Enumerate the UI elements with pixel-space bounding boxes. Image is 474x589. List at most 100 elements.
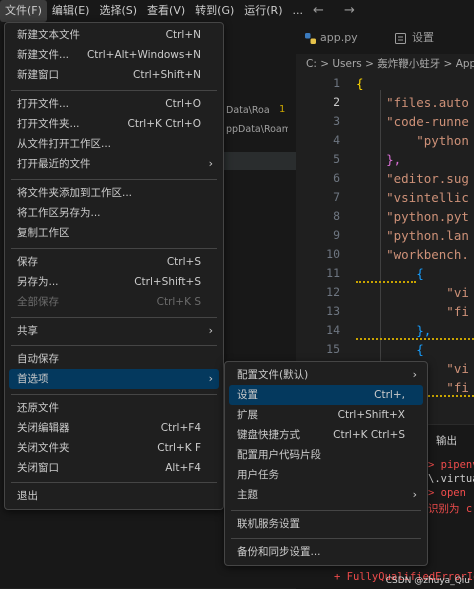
menu-separator: [11, 90, 217, 91]
menu-item-new-file[interactable]: 新建文件... Ctrl+Alt+Windows+N: [9, 45, 219, 65]
menu-item-save-workspace-as[interactable]: 将工作区另存为...: [9, 203, 219, 223]
tab-settings[interactable]: 设置: [412, 22, 434, 54]
menu-item-add-folder-to-workspace[interactable]: 将文件夹添加到工作区...: [9, 183, 219, 203]
menu-item-exit[interactable]: 退出: [9, 486, 219, 506]
code-line: "vsintellic: [356, 190, 469, 205]
menu-item-backup-sync-settings[interactable]: 备份和同步设置...: [229, 542, 423, 562]
menu-separator: [11, 345, 217, 346]
python-file-icon: [305, 33, 316, 44]
line-number: 3: [333, 114, 340, 128]
terminal-line: 识别为 c: [428, 503, 473, 515]
menu-item-close-window[interactable]: 关闭窗口 Alt+F4: [9, 458, 219, 478]
line-number: 2: [333, 95, 340, 109]
forward-arrow-icon[interactable]: →: [344, 0, 355, 22]
menu-separator: [11, 482, 217, 483]
sidebar-selected-row[interactable]: [223, 152, 296, 170]
watermark: CSDN @zhuya_Qiu: [385, 576, 470, 586]
code-line: "code-runne: [356, 114, 469, 129]
menu-selection[interactable]: 选择(S): [94, 0, 142, 22]
menu-item-save-all: 全部保存 Ctrl+K S: [17, 296, 201, 308]
preferences-submenu: 配置文件(默认) › 设置 Ctrl+, 扩展 Ctrl+Shift+X 键盘快捷方式…: [224, 361, 428, 566]
menu-item-theme[interactable]: 主题 ›: [229, 485, 423, 505]
terminal-line: > open: [428, 487, 466, 499]
menu-bar: 文件(F) 编辑(E) 选择(S) 查看(V) 转到(G) 运行(R) ...: [0, 0, 474, 22]
terminal-line: > pipenv: [428, 459, 474, 471]
menu-item-open-folder[interactable]: 打开文件夹... Ctrl+K Ctrl+O: [9, 114, 219, 134]
line-number: 5: [333, 152, 340, 166]
menu-file[interactable]: 文件(F): [0, 0, 47, 22]
tab-output[interactable]: 输出: [436, 433, 457, 448]
chevron-right-icon: ›: [208, 372, 213, 385]
line-number: 14: [326, 323, 340, 337]
code-line: "fi: [356, 304, 469, 319]
menu-go[interactable]: 转到(G): [190, 0, 239, 22]
code-line: },: [356, 152, 402, 167]
menu-item-save[interactable]: 保存 Ctrl+S: [9, 252, 219, 272]
tab-bar: app.py 设置: [296, 22, 474, 54]
code-line: "python.lan: [356, 228, 469, 243]
menu-run[interactable]: 运行(R): [239, 0, 287, 22]
menu-item-auto-save[interactable]: 自动保存: [9, 349, 219, 369]
chevron-right-icon: ›: [412, 488, 417, 501]
code-line: {: [356, 76, 364, 91]
chevron-right-icon: ›: [412, 368, 417, 381]
line-number: 11: [326, 266, 340, 280]
menu-item-open-workspace-from-file[interactable]: 从文件打开工作区...: [9, 134, 219, 154]
menu-item-online-services-settings[interactable]: 联机服务设置: [229, 514, 423, 534]
menu-item-close-folder[interactable]: 关闭文件夹 Ctrl+K F: [9, 438, 219, 458]
menu-separator: [11, 179, 217, 180]
code-line: "python: [356, 133, 469, 148]
code-line: "files.auto: [356, 95, 469, 110]
chevron-right-icon: ›: [208, 324, 213, 337]
line-number: 9: [333, 228, 340, 242]
sidebar-problem-path-2[interactable]: ppData\Roamin: [226, 124, 288, 135]
tab-app-py[interactable]: app.py: [320, 22, 358, 54]
back-arrow-icon[interactable]: ←: [313, 0, 324, 22]
menu-item-duplicate-workspace[interactable]: 复制工作区: [9, 223, 219, 243]
menu-item-keyboard-shortcuts[interactable]: 键盘快捷方式 Ctrl+K Ctrl+S: [229, 425, 423, 445]
menu-item-new-text-file[interactable]: 新建文本文件 Ctrl+N: [9, 25, 219, 45]
menu-item-open-recent[interactable]: 打开最近的文件 ›: [9, 154, 219, 174]
line-number: 8: [333, 209, 340, 223]
line-number: 4: [333, 133, 340, 147]
breadcrumb[interactable]: C: > Users > 轰炸鞭小蛀牙 > AppData: [296, 54, 474, 74]
menu-separator: [11, 317, 217, 318]
menu-item-new-window[interactable]: 新建窗口 Ctrl+Shift+N: [9, 65, 219, 85]
menu-view[interactable]: 查看(V): [142, 0, 190, 22]
line-number: 1: [333, 76, 340, 90]
menu-item-close-editor[interactable]: 关闭编辑器 Ctrl+F4: [9, 418, 219, 438]
settings-file-icon: [395, 33, 406, 44]
menu-separator: [11, 394, 217, 395]
code-line: {: [356, 342, 424, 357]
line-number: 13: [326, 304, 340, 318]
line-number: 6: [333, 171, 340, 185]
line-number: 12: [326, 285, 340, 299]
menu-item-user-snippets[interactable]: 配置用户代码片段: [229, 445, 423, 465]
menu-edit[interactable]: 编辑(E): [47, 0, 95, 22]
line-number: 10: [326, 247, 340, 261]
menu-item-settings[interactable]: 设置 Ctrl+,: [229, 385, 423, 405]
menu-item-open-file[interactable]: 打开文件... Ctrl+O: [9, 94, 219, 114]
terminal-line: \.virtua: [428, 473, 474, 485]
menu-item-share[interactable]: 共享 ›: [9, 321, 219, 341]
menu-separator: [231, 538, 421, 539]
warning-squiggle: [356, 278, 416, 283]
menu-separator: [231, 510, 421, 511]
menu-item-save-as[interactable]: 另存为... Ctrl+Shift+S: [9, 272, 219, 292]
menu-item-revert-file[interactable]: 还原文件: [9, 398, 219, 418]
chevron-right-icon: ›: [208, 157, 213, 170]
code-line: "editor.sug: [356, 171, 469, 186]
file-menu: 新建文本文件 Ctrl+N 新建文件... Ctrl+Alt+Windows+N 新…: [4, 22, 224, 510]
menu-item-preferences[interactable]: 首选项 ›: [9, 369, 219, 389]
problem-count-badge: 1: [279, 104, 286, 115]
menu-item-extensions[interactable]: 扩展 Ctrl+Shift+X: [229, 405, 423, 425]
code-line: "python.pyt: [356, 209, 469, 224]
warning-squiggle: [356, 335, 474, 340]
menu-separator: [11, 248, 217, 249]
line-number: 7: [333, 190, 340, 204]
menu-more[interactable]: ...: [288, 0, 309, 22]
menu-item-user-tasks[interactable]: 用户任务: [229, 465, 423, 485]
menu-item-profile[interactable]: 配置文件(默认) ›: [229, 365, 423, 385]
code-line: "vi: [356, 285, 469, 300]
line-number: 15: [326, 342, 340, 356]
